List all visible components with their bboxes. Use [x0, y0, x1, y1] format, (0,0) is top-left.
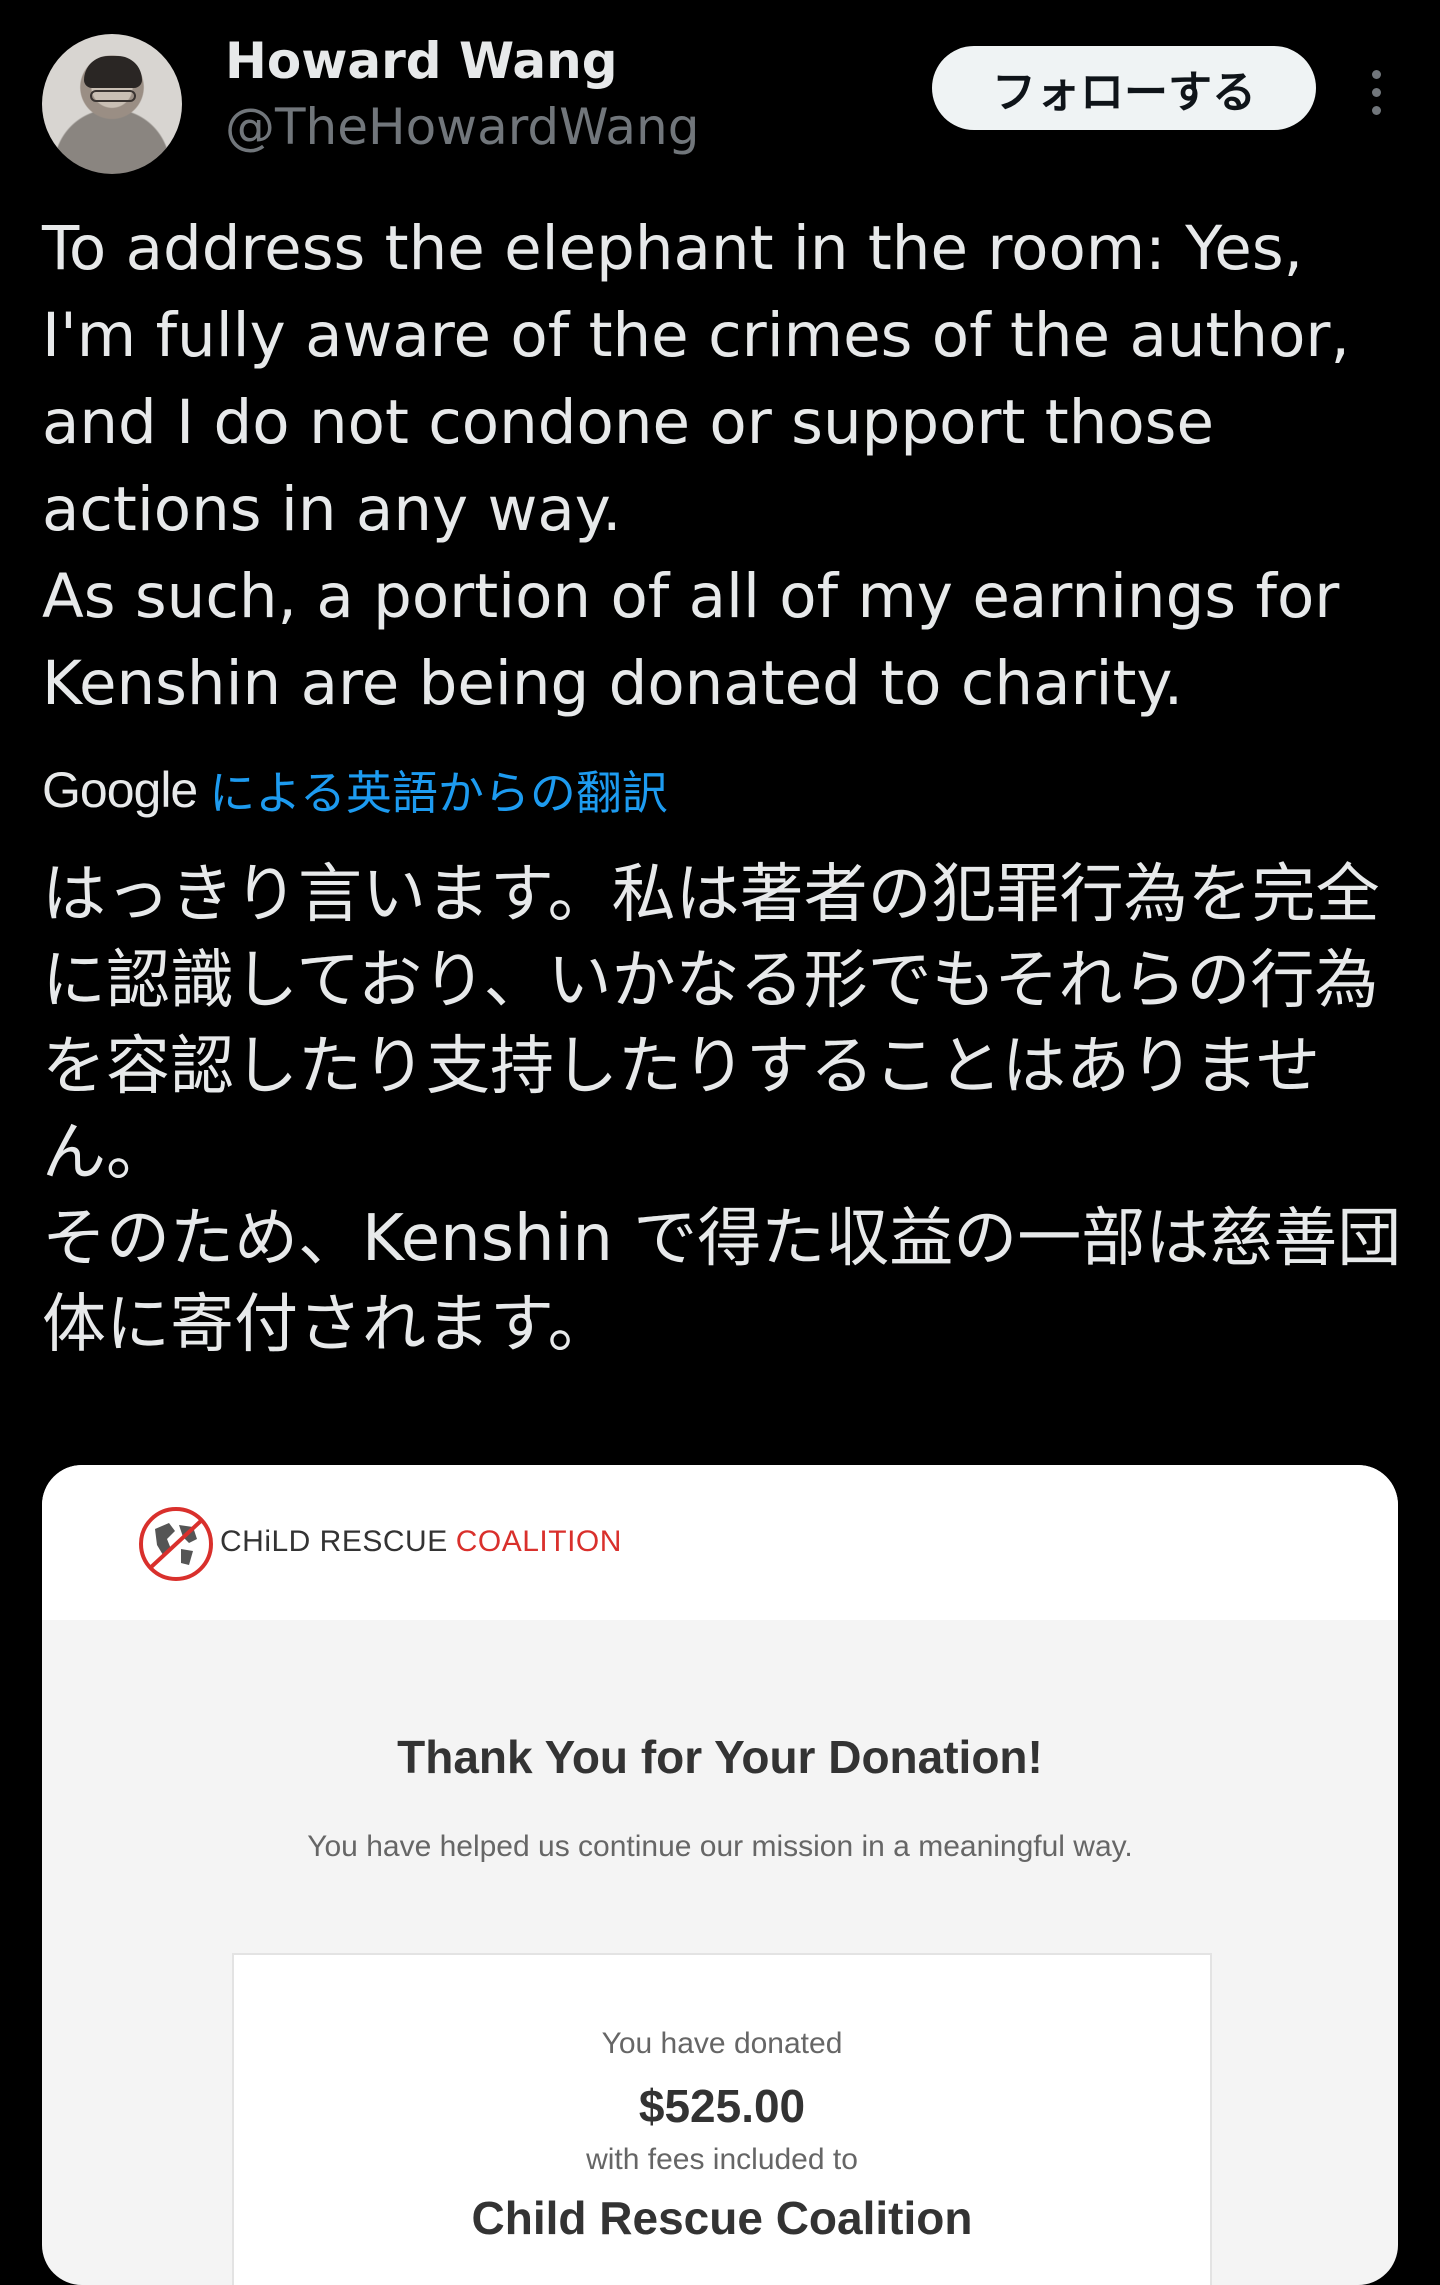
- donation-amount: $525.00: [638, 2080, 806, 2132]
- tweet-text: To address the elephant in the room: Yes…: [42, 213, 1350, 719]
- donation-thanks-subtitle: You have helped us continue our mission …: [307, 1830, 1133, 1863]
- google-logo: Google: [42, 762, 198, 818]
- more-dot: [1372, 106, 1381, 115]
- globe-circle-logo-icon: [139, 1507, 213, 1581]
- more-dot: [1372, 88, 1381, 97]
- more-vertical-icon[interactable]: [1362, 64, 1392, 120]
- follow-button[interactable]: フォローする: [932, 46, 1316, 130]
- fees-label: with fees included to: [586, 2143, 858, 2176]
- donated-label: You have donated: [601, 2027, 843, 2060]
- translation-link[interactable]: による英語からの翻訳: [209, 757, 668, 823]
- donation-receipt: You have donated $525.00 with fees inclu…: [232, 1953, 1212, 2285]
- recipient-name: Child Rescue Coalition: [471, 2192, 973, 2244]
- translated-text: はっきり言います。私は著者の犯罪行為を完全に認識しており、いかなる形でもそれらの…: [42, 858, 1402, 1362]
- author-handle[interactable]: @TheHowardWang: [225, 98, 699, 156]
- translation-attribution: Google による英語からの翻訳: [42, 755, 668, 825]
- more-dot: [1372, 70, 1381, 79]
- org-name-part2: COALITION: [455, 1525, 622, 1558]
- tweet-header: Howard Wang @TheHowardWang フォローする: [42, 30, 1398, 178]
- avatar[interactable]: [42, 34, 182, 174]
- author-display-name[interactable]: Howard Wang: [225, 32, 617, 90]
- avatar-glasses: [90, 90, 136, 102]
- card-header: CHiLD RESCUE COALITION: [42, 1465, 1398, 1620]
- avatar-hair: [84, 56, 142, 88]
- donation-thanks-title: Thank You for Your Donation!: [397, 1731, 1043, 1783]
- org-name-part1: CHiLD RESCUE: [220, 1525, 448, 1558]
- org-wordmark: CHiLD RESCUE COALITION: [220, 1525, 622, 1559]
- media-image-card[interactable]: CHiLD RESCUE COALITION Thank You for Your…: [42, 1465, 1398, 2285]
